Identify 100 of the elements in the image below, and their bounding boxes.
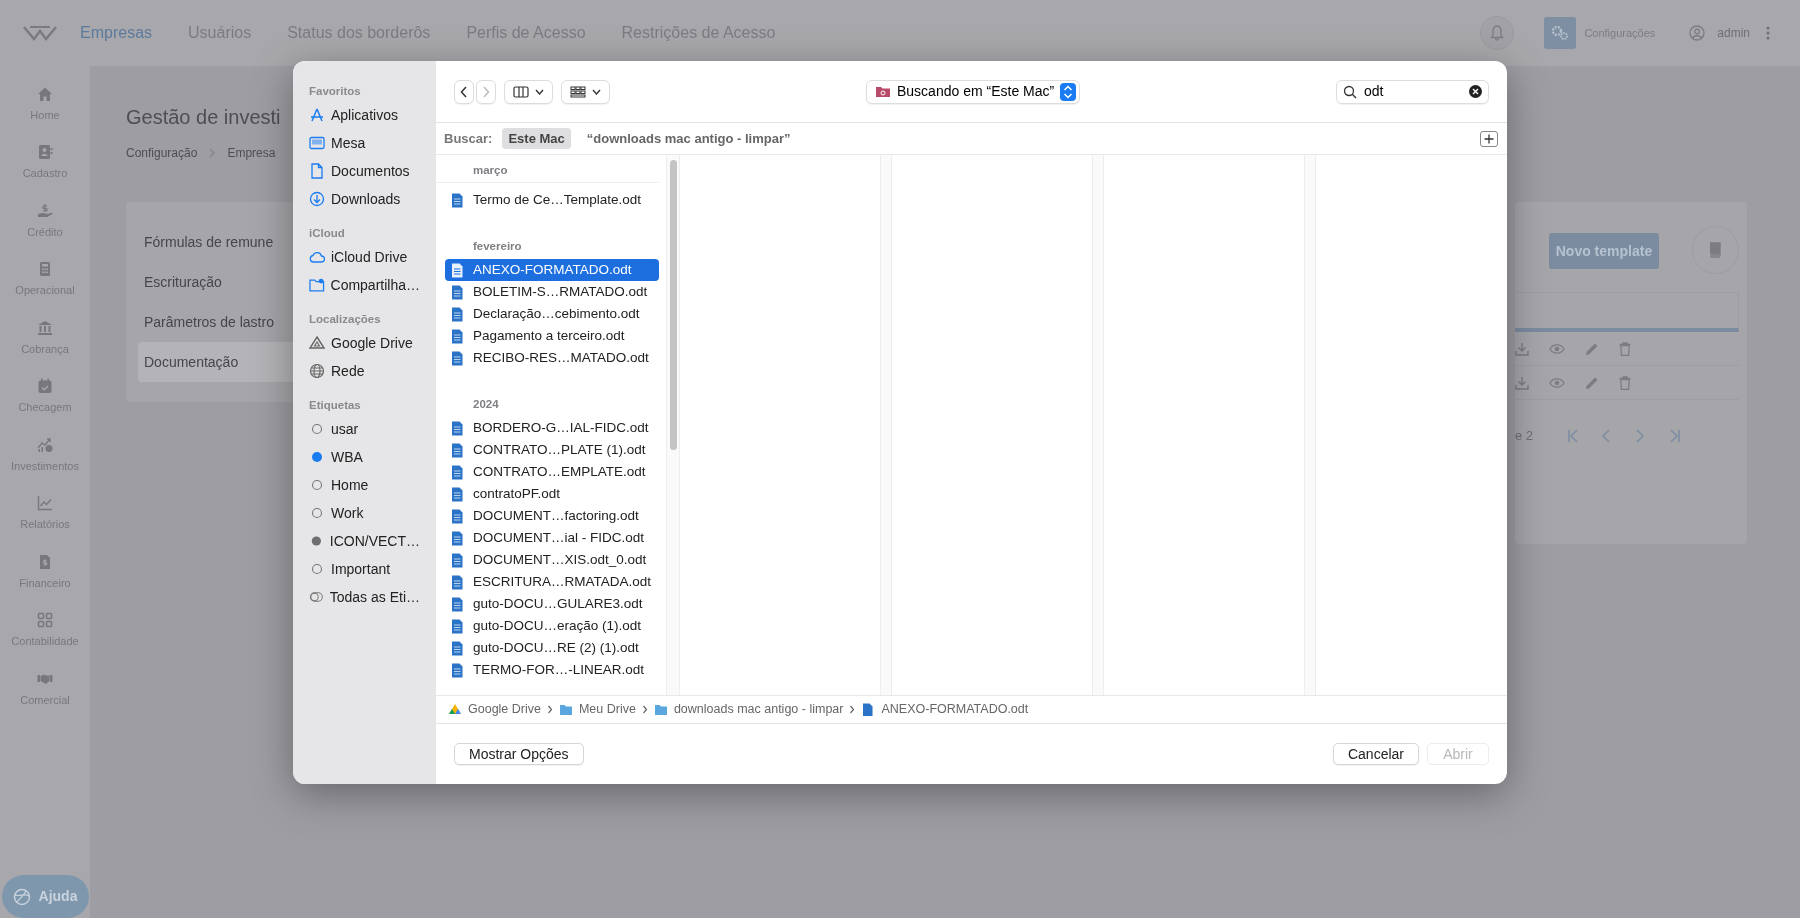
file-row[interactable]: DOCUMENT…factoring.odt [445,505,659,527]
path-segment[interactable]: Meu Drive [578,700,636,719]
group-heading: março [436,157,659,183]
download-icon [309,191,325,207]
bank-icon [37,319,53,336]
path-segment[interactable]: Google Drive [468,700,541,719]
file-row[interactable]: DOCUMENT…XIS.odt_0.odt [445,549,659,571]
pencil-icon[interactable] [1585,375,1599,390]
path-segment[interactable]: downloads mac antigo - limpar [673,700,844,719]
document-icon [451,574,463,590]
document-icon [451,350,463,366]
sidebar-item[interactable]: Compartilha… [301,271,428,299]
drive-icon [309,335,325,351]
file-row[interactable]: TERMO-FOR…-LINEAR.odt [445,659,659,681]
path-segment[interactable]: ANEXO-FORMATADO.odt [881,700,1029,719]
sidebar-item[interactable]: Google Drive [301,329,428,357]
sidebar-item[interactable]: Todas as Eti… [301,583,428,611]
section-heading: Favoritos [308,84,362,99]
sidebar-item[interactable]: WBA [301,443,428,471]
clear-icon[interactable] [1469,85,1482,98]
cancel-button[interactable]: Cancelar [1332,743,1419,765]
folder-icon [653,703,668,716]
file-row[interactable]: contratoPF.odt [445,483,659,505]
file-row[interactable]: BORDERO-G…IAL-FIDC.odt [445,417,659,439]
stepper-icon [1060,82,1077,101]
file-row[interactable]: Declaração…cebimento.odt [445,303,659,325]
file-row[interactable]: guto-DOCU…GULARE3.odt [445,593,659,615]
sidebar-item[interactable]: Work [301,499,428,527]
grid-icon [37,612,53,629]
menu-item[interactable]: Escrituração [138,262,293,302]
file-row[interactable]: Termo de Ce…Template.odt [445,189,659,211]
sidebar-item[interactable]: Aplicativos [301,101,428,129]
menu-item[interactable]: Documentação [138,342,293,382]
sidebar-item[interactable]: Home [301,471,428,499]
last-page-icon[interactable] [1669,428,1682,443]
search-field[interactable]: odt [1336,79,1489,104]
globe-icon [12,887,31,906]
download-icon[interactable] [1515,375,1529,390]
line-chart-icon [37,495,53,512]
notification-button[interactable] [1480,16,1515,50]
hand-coin-icon [37,202,53,219]
sidebar-item[interactable]: Rede [301,357,428,385]
file-row[interactable]: guto-DOCU…eração (1).odt [445,615,659,637]
sidebar-item[interactable]: iCloud Drive [301,243,428,271]
scope-option[interactable]: Este Mac [502,127,571,150]
sidebar-item[interactable]: usar [301,415,428,443]
scrollbar[interactable] [666,155,680,695]
file-row[interactable]: ANEXO-FORMATADO.odt [445,259,659,281]
group-button[interactable] [561,79,610,104]
file-row[interactable]: ESCRITURA…RMATADA.odt [445,571,659,593]
sidebar-item[interactable]: Downloads [301,185,428,213]
scope-option[interactable]: “downloads mac antigo - limpar” [580,127,797,150]
file-row[interactable]: RECIBO-RES…MATADO.odt [445,347,659,369]
document-icon [451,552,463,568]
section-heading: Localizações [308,312,382,327]
pencil-icon[interactable] [1585,341,1599,356]
document-icon [451,530,463,546]
sidebar-item[interactable]: Important [301,555,428,583]
group-heading: 2024 [472,397,500,412]
file-row[interactable]: guto-DOCU…RE (2) (1).odt [445,637,659,659]
first-page-icon[interactable] [1567,428,1580,443]
sidebar-item[interactable]: ICON/VECT… [301,527,428,555]
file-row[interactable]: DOCUMENT…ial - FIDC.odt [445,527,659,549]
bell-icon [1490,25,1505,41]
file-row[interactable]: CONTRATO…EMPLATE.odt [445,461,659,483]
file-row[interactable]: BOLETIM-S…RMATADO.odt [445,281,659,303]
tag-circle-icon [309,505,325,521]
file-row[interactable]: CONTRATO…PLATE (1).odt [445,439,659,461]
file-row[interactable]: Pagamento a terceiro.odt [445,325,659,347]
scope-label: Buscar: [444,129,493,148]
chevron-down-icon [592,88,601,95]
back-button[interactable] [454,79,474,104]
cloud-icon [309,249,325,265]
logo-icon [22,23,58,43]
document-icon [451,596,463,612]
settings-button[interactable] [1544,17,1577,49]
chevron-right-icon [546,705,553,714]
view-mode-button[interactable] [504,79,553,104]
menu-item[interactable]: Parâmetros de lastro [138,302,293,342]
home-icon [37,86,53,102]
add-button[interactable] [1480,130,1498,147]
download-icon[interactable] [1515,341,1529,356]
more-icon[interactable] [1766,26,1770,40]
document-icon [451,464,463,480]
sidebar-item[interactable]: Mesa [301,129,428,157]
trash-icon[interactable] [1619,341,1631,356]
eye-icon[interactable] [1549,376,1565,389]
folder-icon [558,703,573,716]
user-icon [1689,25,1706,41]
invoice-icon [37,553,53,570]
show-options-button[interactable]: Mostrar Opções [454,743,584,765]
sidebar-item[interactable]: Documentos [301,157,428,185]
trash-icon[interactable] [1619,375,1631,390]
eye-icon[interactable] [1549,342,1565,355]
book-icon [1708,242,1723,258]
calendar-check-icon [37,378,53,395]
menu-item[interactable]: Fórmulas de remune [138,222,293,262]
folder-icon [875,85,891,98]
chevron-right-icon [209,148,216,158]
location-dropdown[interactable]: Buscando em “Este Mac” [866,79,1081,104]
